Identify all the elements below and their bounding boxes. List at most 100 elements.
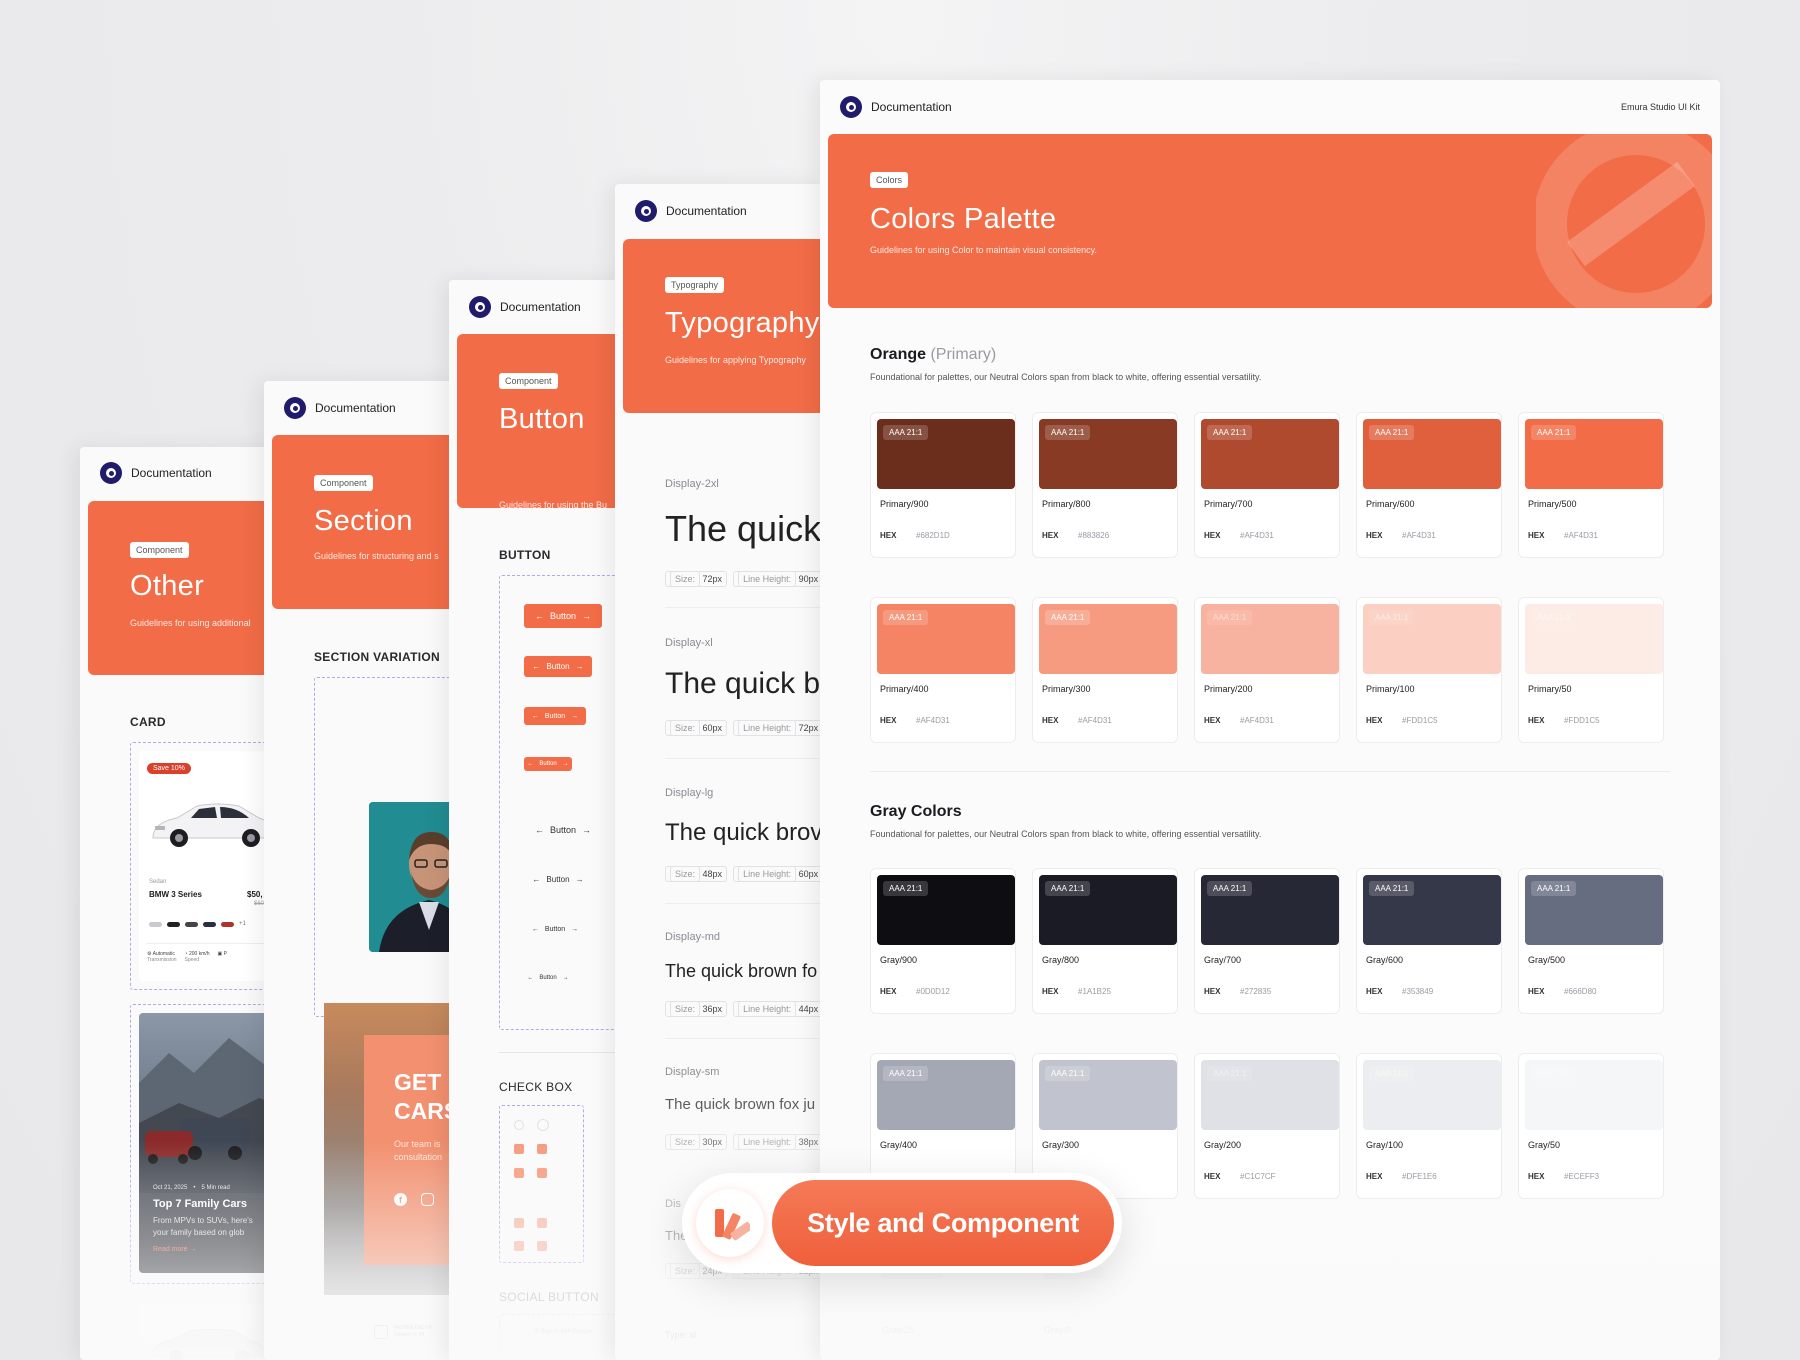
hero-banner: Component Button Guidelines for using th… — [457, 334, 629, 508]
button-lg-primary[interactable]: ← Button → — [524, 656, 592, 677]
gray-swatch-card[interactable]: AAA 21:1 Gray/500 HEX #666D80 — [1518, 868, 1664, 1014]
brand-logo-icon — [840, 96, 862, 118]
car-card[interactable]: Save 10% ★ Sedan BMW 3 Series $50, $60, … — [139, 751, 280, 981]
swatch-name: Gray/600 — [1366, 955, 1404, 965]
brand-watermark-icon — [1536, 134, 1712, 308]
contrast-badge: AAA 21:1 — [1531, 425, 1577, 440]
facebook-icon[interactable]: f — [394, 1193, 407, 1206]
checkbox-empty[interactable] — [537, 1119, 549, 1131]
swatch-name: Primary/50 — [1528, 684, 1572, 694]
button-lg-ghost[interactable]: ← Button → — [524, 869, 592, 890]
brand-logo-icon — [469, 296, 491, 318]
palette-swatch-icon — [715, 1209, 750, 1241]
style-and-component-button[interactable]: Style and Component — [772, 1180, 1114, 1266]
contrast-badge: AAA 21:1 — [1531, 1066, 1577, 1081]
checkbox-checked[interactable] — [537, 1241, 547, 1251]
hero-tag: Component — [314, 475, 373, 491]
cta-desc-1: Our team is — [394, 1139, 441, 1149]
orange-swatch-card[interactable]: AAA 21:1 Primary/300 HEX #AF4D31 — [1032, 597, 1178, 743]
hex-label: HEX — [880, 531, 897, 540]
checkbox-indeterminate[interactable] — [514, 1168, 524, 1178]
hero-subtitle: Guidelines for structuring and s — [314, 551, 439, 561]
brand-name: Documentation — [500, 300, 581, 314]
hex-label: HEX — [1366, 531, 1383, 540]
gray-swatch-card[interactable]: AAA 21:1 Gray/700 HEX #272835 — [1194, 868, 1340, 1014]
color-variant-navy[interactable] — [203, 921, 216, 927]
car-card-ghost — [138, 1305, 280, 1360]
orange-swatch-card[interactable]: AAA 21:1 Primary/50 HEX #FDD1C5 — [1518, 597, 1664, 743]
typo-sample: The quick brov — [665, 819, 823, 846]
color-variant-black[interactable] — [167, 921, 180, 927]
kit-name: Emura Studio UI Kit — [1620, 102, 1700, 112]
typo-meta: Size: 60px Line Height: 72px — [665, 720, 824, 736]
brand-name: Documentation — [666, 204, 747, 218]
checkbox-empty[interactable] — [514, 1120, 524, 1130]
contrast-badge: AAA 21:1 — [883, 1066, 929, 1081]
swatch-name: Primary/200 — [1204, 684, 1253, 694]
swatch-name: Gray/500 — [1528, 955, 1566, 965]
typo-sample: The quick brown fo — [665, 961, 818, 981]
swatch-name: Gray/200 — [1204, 1140, 1242, 1150]
contrast-badge: AAA 21:1 — [1207, 1066, 1253, 1081]
swatch-name: Primary/500 — [1528, 499, 1577, 509]
blog-card[interactable]: Oct 21, 2025 • 5 Min read Top 7 Family Car… — [139, 1013, 280, 1273]
hex-label: HEX — [1528, 1172, 1545, 1181]
hex-value: #883826 — [1078, 531, 1110, 540]
brand-name: Documentation — [871, 100, 952, 114]
swatch-name: Gray/400 — [880, 1140, 918, 1150]
orange-swatch-card[interactable]: AAA 21:1 Primary/100 HEX #FDD1C5 — [1356, 597, 1502, 743]
checkbox-checked[interactable] — [514, 1144, 524, 1154]
checkbox-checked[interactable] — [514, 1241, 524, 1251]
contrast-badge: AAA 21:1 — [883, 610, 929, 625]
instagram-icon[interactable] — [421, 1193, 434, 1206]
section-label-card: CARD — [130, 715, 166, 729]
blog-read-more-link[interactable]: Read more → — [153, 1246, 197, 1253]
hex-value: #353849 — [1402, 987, 1434, 996]
checkbox-checked[interactable] — [514, 1218, 524, 1228]
hex-label: HEX — [1042, 531, 1059, 540]
save-badge: Save 10% — [147, 763, 191, 774]
button-sm-primary[interactable]: ← Button → — [524, 757, 572, 771]
hex-label: HEX — [880, 987, 897, 996]
checkbox-checked[interactable] — [537, 1144, 547, 1154]
ghost-swatch-name: Gray/0 — [1044, 1325, 1072, 1335]
orange-heading: Orange (Primary) — [870, 346, 997, 363]
orange-swatch-card[interactable]: AAA 21:1 Primary/500 HEX #AF4D31 — [1518, 412, 1664, 558]
gray-swatch-card[interactable]: AAA 21:1 Gray/800 HEX #1A1B25 — [1032, 868, 1178, 1014]
button-sm-ghost[interactable]: ← Button → — [524, 971, 572, 985]
gray-swatch-card[interactable]: AAA 21:1 Gray/100 HEX #DFE1E6 — [1356, 1053, 1502, 1199]
orange-swatch-card[interactable]: AAA 21:1 Primary/900 HEX #682D1D — [870, 412, 1016, 558]
swatch-name: Gray/700 — [1204, 955, 1242, 965]
gray-swatch-card[interactable]: AAA 21:1 Gray/600 HEX #353849 — [1356, 868, 1502, 1014]
button-md-primary[interactable]: ← Button → — [524, 707, 586, 725]
gray-swatch-card[interactable]: AAA 21:1 Gray/200 HEX #C1C7CF — [1194, 1053, 1340, 1199]
contrast-badge: AAA 21:1 — [1207, 425, 1253, 440]
divider — [665, 1038, 825, 1039]
checkbox-indeterminate[interactable] — [537, 1168, 547, 1178]
gray-swatch-card[interactable]: AAA 21:1 Gray/900 HEX #0D0D12 — [870, 868, 1016, 1014]
orange-swatch-card[interactable]: AAA 21:1 Primary/800 HEX #883826 — [1032, 412, 1178, 558]
button-xl-primary[interactable]: ← Button → — [524, 604, 602, 628]
gray-swatch-card[interactable]: AAA 21:1 Gray/50 HEX #ECEFF3 — [1518, 1053, 1664, 1199]
divider — [499, 1052, 629, 1053]
hex-label: HEX — [1204, 716, 1221, 725]
orange-swatch-card[interactable]: AAA 21:1 Primary/400 HEX #AF4D31 — [870, 597, 1016, 743]
section-label-social: SOCIAL BUTTON — [499, 1290, 599, 1304]
orange-swatch-card[interactable]: AAA 21:1 Primary/700 HEX #AF4D31 — [1194, 412, 1340, 558]
google-signin-button[interactable]: G Sign in with Google — [534, 1329, 592, 1335]
color-variant-dark[interactable] — [185, 921, 198, 927]
checkbox-checked[interactable] — [537, 1218, 547, 1228]
orange-swatch-card[interactable]: AAA 21:1 Primary/200 HEX #AF4D31 — [1194, 597, 1340, 743]
button-variant-box: ← Button → ← Button → ← Button → ← Butto… — [499, 575, 629, 1030]
color-variant-silver[interactable] — [149, 921, 162, 927]
button-xl-ghost[interactable]: ← Button → — [524, 818, 602, 842]
panel-header: Documentation — [449, 280, 629, 334]
contrast-badge: AAA 21:1 — [1369, 610, 1415, 625]
color-variant-red[interactable] — [221, 921, 234, 927]
contrast-badge: AAA 21:1 — [1045, 1066, 1091, 1081]
contrast-badge: AAA 21:1 — [1369, 881, 1415, 896]
swatch-name: Primary/300 — [1042, 684, 1091, 694]
button-md-ghost[interactable]: ← Button → — [524, 920, 586, 938]
typo-label: Display-xl — [665, 637, 713, 649]
orange-swatch-card[interactable]: AAA 21:1 Primary/600 HEX #AF4D31 — [1356, 412, 1502, 558]
